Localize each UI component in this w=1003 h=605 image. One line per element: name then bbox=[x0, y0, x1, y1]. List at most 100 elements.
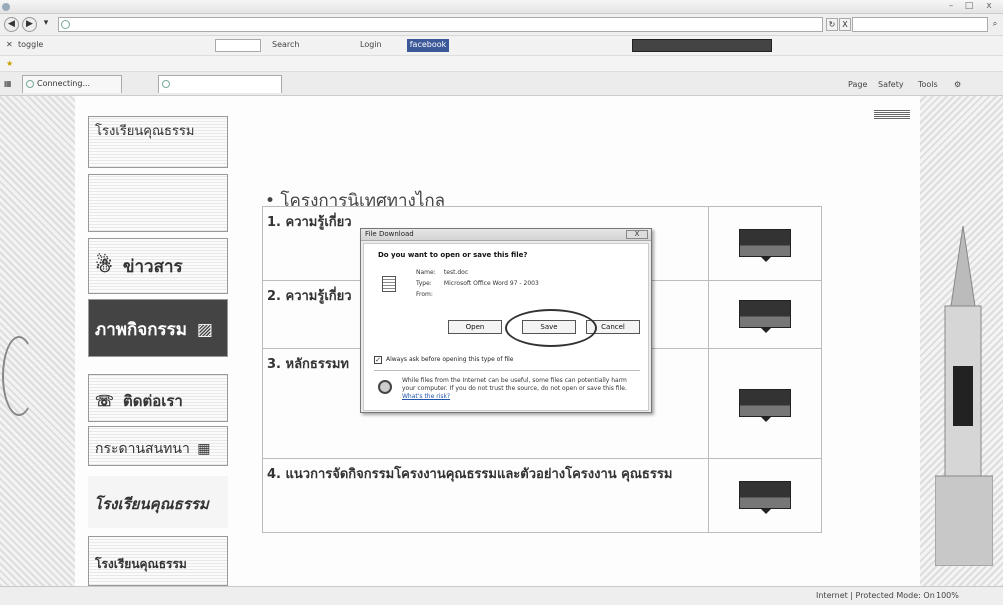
download-cell bbox=[708, 280, 822, 349]
file-source-row: From: bbox=[416, 291, 442, 298]
row-number: 3. bbox=[267, 357, 281, 372]
internet-explorer-icon bbox=[2, 3, 10, 11]
dialog-body: Do you want to open or save this file? N… bbox=[363, 243, 649, 411]
file-source-label: From: bbox=[416, 291, 433, 298]
dialog-close-button[interactable]: X bbox=[626, 230, 648, 239]
dialog-question: Do you want to open or save this file? bbox=[378, 251, 528, 259]
sidebar-banner-label: โรงเรียนคุณธรรม bbox=[95, 557, 187, 571]
stop-button[interactable]: X bbox=[839, 18, 851, 31]
row-number: 4. bbox=[267, 467, 281, 482]
open-button[interactable]: Open bbox=[448, 320, 502, 334]
favorites-star-icon[interactable]: ★ bbox=[6, 59, 13, 68]
dialog-divider bbox=[374, 370, 640, 371]
page-icon bbox=[61, 20, 70, 29]
sidebar-banner-label: โรงเรียนคุณธรรม bbox=[95, 124, 195, 139]
page-menu[interactable]: Page bbox=[848, 80, 867, 89]
tab-page-icon bbox=[26, 80, 34, 88]
sidebar-banner-label: โรงเรียนคุณธรรม bbox=[94, 495, 209, 513]
download-cell bbox=[708, 206, 822, 281]
sidebar-banner-label: ภาพกิจกรรม bbox=[95, 320, 187, 340]
back-button[interactable]: ◀ bbox=[4, 17, 19, 32]
chevron-down-icon[interactable]: ▾ bbox=[40, 17, 52, 32]
toggle-button[interactable]: toggle bbox=[18, 40, 43, 49]
safety-menu[interactable]: Safety bbox=[878, 80, 904, 89]
sidebar-banner-label: ติดต่อเรา bbox=[123, 392, 183, 410]
forward-button[interactable]: ▶ bbox=[22, 17, 37, 32]
favorites-bar: ★ bbox=[0, 56, 1003, 72]
news-icon: ☃ bbox=[95, 253, 113, 277]
sidebar-banner-activities[interactable] bbox=[88, 174, 228, 232]
sidebar-banner-moral-school[interactable]: โรงเรียนคุณธรรม bbox=[88, 476, 228, 528]
file-download-dialog: File Download X Do you want to open or s… bbox=[360, 228, 652, 413]
tab-connecting[interactable]: Connecting... bbox=[22, 75, 122, 93]
sidebar-banner-contact[interactable]: ☏ ติดต่อเรา bbox=[88, 374, 228, 422]
download-cell bbox=[708, 458, 822, 533]
toggle-icon: ✕ bbox=[6, 40, 13, 49]
temple-illustration bbox=[935, 226, 993, 566]
security-zone[interactable]: Internet | Protected Mode: On bbox=[816, 591, 935, 600]
download-icon[interactable] bbox=[739, 389, 792, 422]
download-cell bbox=[708, 348, 822, 459]
contact-icon: ☏ bbox=[95, 392, 114, 410]
row-title: แนวการจัดกิจกรรมโครงงานคุณธรรมและตัวอย่า… bbox=[285, 467, 673, 482]
file-type-row: Type: Microsoft Office Word 97 - 2003 bbox=[416, 280, 539, 287]
download-icon[interactable] bbox=[739, 481, 792, 514]
dialog-warning-text: While files from the Internet can be use… bbox=[402, 377, 627, 392]
decorative-swirl bbox=[2, 336, 36, 416]
always-ask-label: Always ask before opening this type of f… bbox=[386, 356, 514, 363]
refresh-button[interactable]: ↻ bbox=[826, 18, 838, 31]
minimize-button[interactable]: – bbox=[944, 1, 958, 12]
file-name-value: test.doc bbox=[443, 269, 469, 276]
sidebar-banner-gallery[interactable]: ภาพกิจกรรม ▨ bbox=[88, 299, 228, 357]
row-number: 1. bbox=[267, 215, 281, 230]
facebook-button[interactable]: facebook bbox=[407, 39, 449, 52]
row-title: ความรู้เกี่ยว bbox=[285, 215, 352, 230]
download-icon[interactable] bbox=[739, 300, 792, 333]
dialog-warning: While files from the Internet can be use… bbox=[402, 377, 638, 401]
dialog-title: File Download bbox=[365, 230, 414, 238]
sidebar-banner-school[interactable]: โรงเรียนคุณธรรม bbox=[88, 116, 228, 168]
address-input[interactable] bbox=[58, 17, 823, 32]
tab-current[interactable] bbox=[158, 75, 282, 93]
sidebar: โรงเรียนคุณธรรม ☃ ข่าวสาร ภาพกิจกรรม ▨ ☏… bbox=[88, 116, 228, 586]
whats-the-risk-link[interactable]: What's the risk? bbox=[402, 393, 450, 400]
cancel-button[interactable]: Cancel bbox=[586, 320, 640, 334]
search-input[interactable] bbox=[852, 17, 988, 32]
shield-warning-icon bbox=[378, 380, 392, 394]
save-button[interactable]: Save bbox=[522, 320, 576, 334]
document-icon bbox=[382, 276, 396, 292]
decorative-background-left bbox=[0, 96, 75, 586]
file-type-label: Type: bbox=[416, 280, 432, 287]
forum-icon: ▦ bbox=[197, 441, 211, 457]
maximize-button[interactable]: □ bbox=[962, 1, 976, 12]
file-type-value: Microsoft Office Word 97 - 2003 bbox=[443, 280, 539, 287]
address-bar-row: ◀ ▶ ▾ ↻ X ⌕ bbox=[0, 14, 1003, 36]
sidebar-banner-label: ข่าวสาร bbox=[122, 257, 183, 277]
status-bar: Internet | Protected Mode: On 100% bbox=[0, 586, 1003, 605]
sidebar-banner-news[interactable]: ☃ ข่าวสาร bbox=[88, 238, 228, 294]
sidebar-banner-label: กระดานสนทนา bbox=[95, 441, 190, 457]
help-icon[interactable]: ⚙ bbox=[954, 80, 961, 89]
tab-label: Connecting... bbox=[37, 79, 91, 88]
zoom-level[interactable]: 100% bbox=[936, 591, 959, 600]
search-icon[interactable]: ⌕ bbox=[989, 18, 1001, 31]
always-ask-checkbox[interactable]: ✓ bbox=[374, 356, 382, 364]
language-flags[interactable] bbox=[874, 110, 910, 119]
sidebar-banner-moral-school-2[interactable]: โรงเรียนคุณธรรม bbox=[88, 536, 228, 586]
dialog-title-bar[interactable]: File Download X bbox=[361, 229, 651, 241]
toolbar-search-button[interactable]: Search bbox=[272, 40, 299, 49]
download-icon[interactable] bbox=[739, 229, 792, 262]
row-number: 2. bbox=[267, 289, 281, 304]
file-name-label: Name: bbox=[416, 269, 436, 276]
table-row: 4. แนวการจัดกิจกรรมโครงงานคุณธรรมและตัวอ… bbox=[261, 458, 822, 533]
tools-menu[interactable]: Tools bbox=[918, 80, 938, 89]
close-button[interactable]: x bbox=[982, 1, 996, 12]
document-title-cell: 4. แนวการจัดกิจกรรมโครงงานคุณธรรมและตัวอ… bbox=[261, 458, 710, 533]
file-name-row: Name: test.doc bbox=[416, 269, 468, 276]
sidebar-banner-forum[interactable]: กระดานสนทนา ▦ bbox=[88, 426, 228, 466]
row-title: หลักธรรมท bbox=[285, 357, 349, 372]
toolbar-search-input[interactable] bbox=[215, 39, 261, 52]
tab-list-icon[interactable]: ▦ bbox=[4, 79, 12, 88]
toolbar-login-button[interactable]: Login bbox=[360, 40, 382, 49]
toolbar-dark-search-input[interactable] bbox=[632, 39, 772, 52]
